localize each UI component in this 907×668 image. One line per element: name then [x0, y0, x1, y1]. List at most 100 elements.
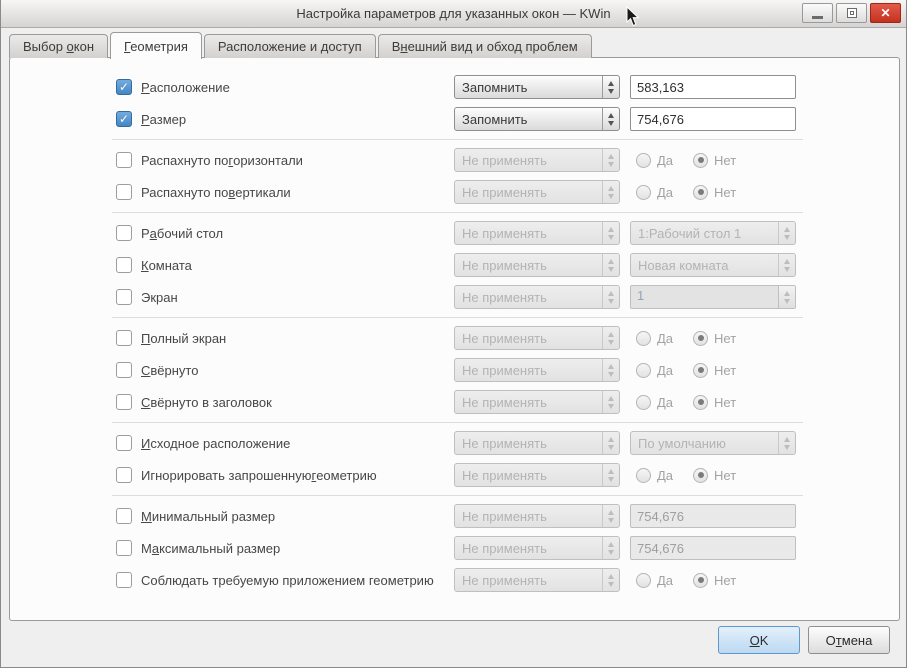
yes-no-radio-group: Да Нет — [636, 322, 756, 354]
policy-select-size[interactable]: Запомнить — [454, 107, 620, 131]
checkbox-desktop[interactable] — [116, 225, 132, 241]
radio-no — [693, 467, 709, 483]
policy-select-maximized-vertically: Не применять — [454, 180, 620, 204]
spinner-arrows-icon[interactable] — [602, 76, 619, 98]
row-minimized: Свёрнуто Не применять Да Нет — [10, 354, 899, 386]
maximum-size-input — [630, 536, 796, 560]
minimize-icon — [812, 15, 823, 19]
spinner-arrows-icon — [602, 432, 619, 454]
spinner-arrows-icon — [602, 359, 619, 381]
label-desktop: Ра бочий стол — [141, 225, 224, 241]
spinner-arrows-icon — [602, 569, 619, 591]
radio-yes — [636, 330, 651, 346]
checkbox-maximum-size[interactable] — [116, 540, 132, 556]
row-minimum-size: Минимальный размер Не применять — [10, 500, 899, 532]
label-ignore-requested-geometry: Игнорировать запрошенную г еометрию — [141, 467, 377, 483]
checkbox-maximized-horizontally[interactable] — [116, 152, 132, 168]
checkbox-ignore-requested-geometry[interactable] — [116, 467, 132, 483]
radio-yes — [636, 394, 651, 410]
policy-select-screen: Не применять — [454, 285, 620, 309]
policy-select-maximum-size: Не применять — [454, 536, 620, 560]
label-maximized-vertically: Распахнуто по в ертикали — [141, 184, 291, 200]
yes-no-radio-group: Да Нет — [636, 176, 756, 208]
minimize-button[interactable] — [802, 3, 833, 23]
policy-select-position[interactable]: Запомнить — [454, 75, 620, 99]
radio-no — [693, 184, 709, 200]
row-activity: Комната Не применять Новая комната — [10, 249, 899, 281]
tab-geometry[interactable]: Геометрия — [110, 32, 202, 59]
close-button[interactable]: ✕ — [870, 3, 901, 23]
policy-select-initial-placement: Не применять — [454, 431, 620, 455]
ok-button[interactable]: OK — [718, 626, 800, 654]
dialog-button-bar: OK Отмена — [718, 626, 890, 654]
cancel-button[interactable]: Отмена — [808, 626, 890, 654]
titlebar[interactable]: Настройка параметров для указанных окон … — [1, 0, 906, 28]
spinner-arrows-icon — [602, 222, 619, 244]
label-maximized-horizontally: Распахнуто по г оризонтали — [141, 152, 303, 168]
tab-appearance-workarounds[interactable]: Внешний вид и обход проблем — [377, 34, 592, 58]
checkbox-minimum-size[interactable] — [116, 508, 132, 524]
checkbox-fullscreen[interactable] — [116, 330, 132, 346]
desktop-value-select: 1:Рабочий стол 1 — [630, 221, 796, 245]
group-separator — [112, 139, 803, 140]
yes-no-radio-group: Да Нет — [636, 459, 756, 491]
kwin-rules-dialog: Настройка параметров для указанных окон … — [0, 0, 907, 668]
checkbox-activity[interactable] — [116, 257, 132, 273]
checkbox-initial-placement[interactable] — [116, 435, 132, 451]
yes-no-radio-group: Да Нет — [636, 144, 756, 176]
tab-bar: Выбор окон Геометрия Расположение и дост… — [9, 31, 594, 59]
label-initial-placement: Исходное расположение — [141, 435, 291, 451]
spinner-arrows-icon — [778, 432, 795, 454]
row-ignore-requested-geometry: Игнорировать запрошенную г еометрию Не пр… — [10, 459, 899, 491]
label-minimized: Свёрнуто — [141, 362, 199, 378]
policy-select-activity: Не применять — [454, 253, 620, 277]
tab-arrangement-access[interactable]: Расположение и доступ — [203, 34, 376, 58]
geometry-tab-panel: Расположение Запомнить Размер Запомнить … — [9, 57, 900, 621]
label-minimum-size: Минимальный размер — [141, 508, 276, 524]
checkbox-size[interactable] — [116, 111, 132, 127]
radio-yes — [636, 152, 651, 168]
radio-yes — [636, 572, 651, 588]
label-fullscreen: Полный экран — [141, 330, 227, 346]
spinner-arrows-icon — [602, 149, 619, 171]
tab-window-matching[interactable]: Выбор окон — [9, 34, 109, 58]
label-shaded: Свёрнуто в заголовок — [141, 394, 272, 410]
policy-select-obey-geometry-restrictions: Не применять — [454, 568, 620, 592]
radio-no — [693, 152, 709, 168]
position-value-input[interactable] — [630, 75, 796, 99]
row-maximized-vertically: Распахнуто по в ертикали Не применять Да … — [10, 176, 899, 208]
radio-no — [693, 362, 709, 378]
spinner-arrows-icon[interactable] — [602, 108, 619, 130]
label-activity: Комната — [141, 257, 192, 273]
radio-yes — [636, 467, 651, 483]
row-screen: Экран Не применять 1 — [10, 281, 899, 313]
radio-no — [693, 572, 709, 588]
spinner-arrows-icon — [602, 327, 619, 349]
policy-select-maximized-horizontally: Не применять — [454, 148, 620, 172]
checkbox-maximized-vertically[interactable] — [116, 184, 132, 200]
group-separator — [112, 495, 803, 496]
checkbox-obey-geometry-restrictions[interactable] — [116, 572, 132, 588]
spinner-arrows-icon — [778, 254, 795, 276]
policy-select-minimum-size: Не применять — [454, 504, 620, 528]
spinner-arrows-icon — [778, 222, 795, 244]
size-value-input[interactable] — [630, 107, 796, 131]
label-obey-geometry-restrictions: Соблюдать требуемую приложением геометри… — [141, 572, 434, 588]
maximize-button[interactable] — [836, 3, 867, 23]
spinner-arrows-icon — [602, 391, 619, 413]
screen-number-spinbox: 1 — [630, 285, 796, 309]
policy-select-shaded: Не применять — [454, 390, 620, 414]
row-fullscreen: Полный экран Не применять Да Нет — [10, 322, 899, 354]
row-desktop: Ра бочий стол Не применять 1:Рабочий стол… — [10, 217, 899, 249]
yes-no-radio-group: Да Нет — [636, 564, 756, 596]
checkbox-minimized[interactable] — [116, 362, 132, 378]
policy-select-minimized: Не применять — [454, 358, 620, 382]
row-maximum-size: Ма ксимальный размер Не применять — [10, 532, 899, 564]
spinner-arrows-icon — [602, 464, 619, 486]
checkbox-screen[interactable] — [116, 289, 132, 305]
row-position: Расположение Запомнить — [10, 71, 899, 103]
checkbox-position[interactable] — [116, 79, 132, 95]
checkbox-shaded[interactable] — [116, 394, 132, 410]
radio-yes — [636, 184, 651, 200]
row-obey-geometry-restrictions: Соблюдать требуемую приложением геометри… — [10, 564, 899, 596]
